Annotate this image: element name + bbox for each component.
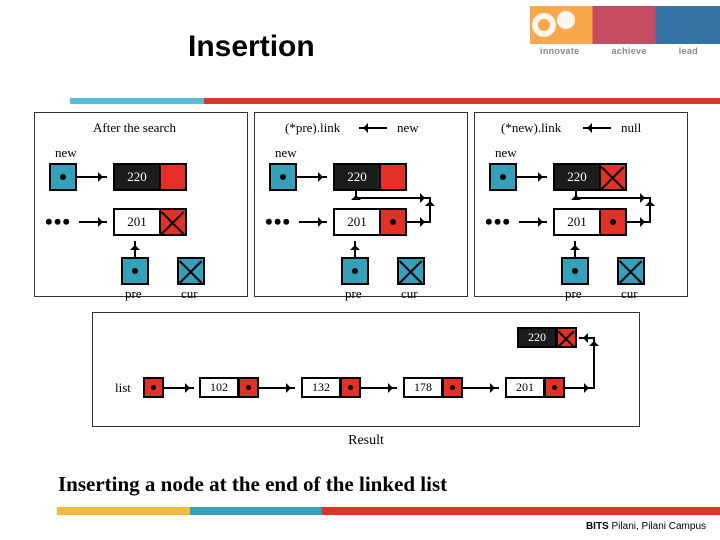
footer-rest: Pilani, Pilani Campus xyxy=(609,521,706,532)
ptr-new xyxy=(489,163,517,191)
node-link xyxy=(340,377,361,398)
node-last-link xyxy=(379,208,407,236)
tag-achieve: achieve xyxy=(612,46,647,56)
node-data: 132 xyxy=(301,377,341,398)
label-pre: pre xyxy=(565,286,582,302)
node-new-link xyxy=(159,163,187,191)
arrow-seg xyxy=(575,197,649,199)
label-result: Result xyxy=(92,433,640,449)
arrow-icon xyxy=(575,191,577,199)
label-list: list xyxy=(115,380,131,396)
arrow-seg xyxy=(355,197,429,199)
label-cur: cur xyxy=(181,286,198,302)
label-pre: pre xyxy=(345,286,362,302)
ptr-new xyxy=(49,163,77,191)
node-last-link-null xyxy=(159,208,187,236)
ptr-cur-null xyxy=(397,257,425,285)
arrow-icon xyxy=(517,176,547,178)
label-pre: pre xyxy=(125,286,142,302)
ptr-cur-null xyxy=(177,257,205,285)
node-link xyxy=(442,377,463,398)
node-link xyxy=(238,377,259,398)
node-link xyxy=(544,377,565,398)
arrow-icon xyxy=(359,127,387,129)
label-cur: cur xyxy=(401,286,418,302)
arrow-seg xyxy=(565,387,593,389)
arrow-icon xyxy=(164,387,194,389)
node-last-link xyxy=(599,208,627,236)
slide-header: Insertion innovate achieve lead xyxy=(0,0,720,70)
result-wrap: 220 list 102 132 178 201 Result xyxy=(92,312,640,449)
divider-blue xyxy=(70,98,204,104)
brand-strip: innovate achieve lead xyxy=(510,0,720,60)
arrow-seg xyxy=(627,221,649,223)
panel-newlink-null: (*new).link null new 220 ••• 201 pre cur xyxy=(474,112,688,297)
panel-result: 220 list 102 132 178 201 xyxy=(92,312,640,427)
arrow-icon xyxy=(361,387,397,389)
panel-heading-from: new xyxy=(397,120,419,136)
node-new-data: 220 xyxy=(113,163,161,191)
panel-prelink-new: (*pre).link new new 220 ••• 201 pre cur xyxy=(254,112,468,297)
ellipsis-icon: ••• xyxy=(45,209,71,235)
label-new: new xyxy=(495,145,517,161)
label-new: new xyxy=(55,145,77,161)
node-data: 102 xyxy=(199,377,239,398)
ptr-new xyxy=(269,163,297,191)
panel-heading-from: null xyxy=(621,120,641,136)
panel-after-search: After the search new 220 ••• 201 pre cur xyxy=(34,112,248,297)
panel-heading: After the search xyxy=(93,120,176,136)
ptr-pre xyxy=(341,257,369,285)
node-inserted-link-null xyxy=(556,327,577,348)
arrow-icon xyxy=(355,191,357,199)
node-new-link xyxy=(379,163,407,191)
node-new-link-null xyxy=(599,163,627,191)
arrow-icon xyxy=(463,387,499,389)
label-cur: cur xyxy=(621,286,638,302)
node-data: 201 xyxy=(505,377,545,398)
brand-gradient xyxy=(530,6,720,44)
gear-icon xyxy=(524,2,584,48)
node-last-data: 201 xyxy=(333,208,381,236)
arrow-seg xyxy=(407,221,429,223)
footer-stripe xyxy=(57,507,720,515)
panel-heading-ptr: (*pre).link xyxy=(285,120,340,136)
node-last-data: 201 xyxy=(113,208,161,236)
arrow-icon xyxy=(259,387,295,389)
label-new: new xyxy=(275,145,297,161)
tag-innovate: innovate xyxy=(540,46,579,56)
arrow-icon xyxy=(297,176,327,178)
ellipsis-icon: ••• xyxy=(265,209,291,235)
node-last-data: 201 xyxy=(553,208,601,236)
arrow-icon xyxy=(519,221,547,223)
slide-subtitle: Inserting a node at the end of the linke… xyxy=(58,472,447,497)
node-inserted-data: 220 xyxy=(517,327,557,348)
node-new-data: 220 xyxy=(553,163,601,191)
arrow-seg xyxy=(593,337,595,389)
arrow-icon xyxy=(579,337,593,339)
arrow-icon xyxy=(79,221,107,223)
node-new-data: 220 xyxy=(333,163,381,191)
arrow-icon xyxy=(583,127,611,129)
node-data: 178 xyxy=(403,377,443,398)
page-title: Insertion xyxy=(188,30,315,64)
ptr-head xyxy=(143,377,164,398)
ptr-pre xyxy=(121,257,149,285)
arrow-icon xyxy=(299,221,327,223)
footer-bold: BITS xyxy=(586,521,609,532)
ptr-cur-null xyxy=(617,257,645,285)
panel-heading-ptr: (*new).link xyxy=(501,120,561,136)
ptr-pre xyxy=(561,257,589,285)
tag-lead: lead xyxy=(679,46,698,56)
brand-labels: innovate achieve lead xyxy=(524,46,714,56)
diagram-row: After the search new 220 ••• 201 pre cur… xyxy=(34,112,688,297)
ellipsis-icon: ••• xyxy=(485,209,511,235)
divider-red xyxy=(204,98,720,104)
footer-text: BITS Pilani, Pilani Campus xyxy=(586,521,706,532)
arrow-icon xyxy=(77,176,107,178)
